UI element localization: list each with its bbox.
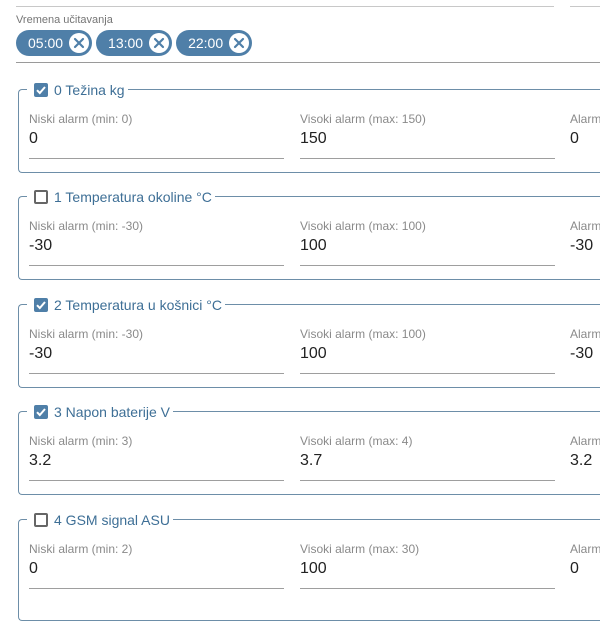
sensor-legend[interactable]: 3 Napon baterije V: [27, 402, 173, 422]
low-alarm-value[interactable]: -30: [29, 237, 284, 255]
sensor-group: 3 Napon baterije V Niski alarm (min: 3) …: [18, 402, 600, 495]
high-alarm-value[interactable]: 150: [300, 130, 555, 148]
third-alarm-field[interactable]: Alarm 3.2: [570, 434, 600, 470]
high-alarm-label: Visoki alarm (max: 100): [300, 327, 426, 341]
section-divider: [16, 62, 600, 63]
check-icon: [36, 86, 46, 95]
sensor-legend[interactable]: 0 Težina kg: [27, 80, 128, 100]
low-alarm-label: Niski alarm (min: -30): [29, 219, 144, 233]
third-alarm-label: Alarm: [570, 434, 600, 448]
sensor-title: 1 Temperatura okoline °C: [54, 189, 212, 205]
time-chip-label: 13:00: [108, 35, 144, 51]
high-alarm-field[interactable]: Visoki alarm (max: 150) 150: [300, 112, 555, 159]
third-alarm-value[interactable]: -30: [570, 345, 600, 363]
sensor-checkbox[interactable]: [34, 190, 48, 204]
sensor-title: 4 GSM signal ASU: [54, 512, 170, 528]
time-chip-label: 22:00: [188, 35, 224, 51]
remove-chip-icon[interactable]: [149, 33, 170, 53]
field-underline: [29, 373, 284, 374]
low-alarm-value[interactable]: -30: [29, 345, 284, 363]
field-underline: [29, 265, 284, 266]
sensor-group: 1 Temperatura okoline °C Niski alarm (mi…: [18, 187, 600, 280]
sensor-checkbox[interactable]: [34, 298, 48, 312]
low-alarm-field[interactable]: Niski alarm (min: -30) -30: [29, 219, 284, 266]
check-icon: [36, 408, 46, 417]
field-underline: [29, 480, 284, 481]
reading-times-chips: 05:00 13:00 22:00: [16, 30, 253, 56]
field-underline: [29, 158, 284, 159]
high-alarm-value[interactable]: 3.7: [300, 452, 555, 470]
high-alarm-value[interactable]: 100: [300, 345, 555, 363]
field-underline: [300, 158, 555, 159]
low-alarm-field[interactable]: Niski alarm (min: 3) 3.2: [29, 434, 284, 481]
time-chip[interactable]: 22:00: [176, 30, 253, 56]
low-alarm-label: Niski alarm (min: 2): [29, 542, 133, 556]
time-chip[interactable]: 05:00: [16, 30, 93, 56]
third-alarm-value[interactable]: 0: [570, 130, 600, 148]
third-alarm-label: Alarm: [570, 542, 600, 556]
sensor-group: 0 Težina kg Niski alarm (min: 0) 0 Visok…: [18, 80, 600, 173]
high-alarm-label: Visoki alarm (max: 30): [300, 542, 420, 556]
low-alarm-value[interactable]: 0: [29, 130, 284, 148]
low-alarm-field[interactable]: Niski alarm (min: 0) 0: [29, 112, 284, 159]
high-alarm-field[interactable]: Visoki alarm (max: 4) 3.7: [300, 434, 555, 481]
high-alarm-label: Visoki alarm (max: 100): [300, 219, 426, 233]
high-alarm-value[interactable]: 100: [300, 237, 555, 255]
previous-field-underline-right: [570, 6, 600, 7]
check-icon: [36, 301, 46, 310]
sensor-title: 0 Težina kg: [54, 82, 125, 98]
low-alarm-field[interactable]: Niski alarm (min: 2) 0: [29, 542, 284, 589]
low-alarm-label: Niski alarm (min: 3): [29, 434, 133, 448]
sensor-legend[interactable]: 1 Temperatura okoline °C: [27, 187, 215, 207]
third-alarm-label: Alarm: [570, 112, 600, 126]
field-underline: [300, 588, 555, 589]
low-alarm-field[interactable]: Niski alarm (min: -30) -30: [29, 327, 284, 374]
third-alarm-field[interactable]: Alarm -30: [570, 327, 600, 363]
sensor-legend[interactable]: 4 GSM signal ASU: [27, 510, 173, 530]
sensor-legend[interactable]: 2 Temperatura u košnici °C: [27, 295, 225, 315]
third-alarm-label: Alarm: [570, 327, 600, 341]
reading-times-label: Vremena učitavanja: [16, 14, 113, 26]
sensor-title: 3 Napon baterije V: [54, 404, 170, 420]
sensor-checkbox[interactable]: [34, 513, 48, 527]
sensor-title: 2 Temperatura u košnici °C: [54, 297, 222, 313]
previous-field-underline: [16, 6, 554, 7]
sensor-checkbox[interactable]: [34, 405, 48, 419]
low-alarm-label: Niski alarm (min: 0): [29, 112, 133, 126]
field-underline: [29, 588, 284, 589]
sensor-group: 2 Temperatura u košnici °C Niski alarm (…: [18, 295, 600, 388]
low-alarm-label: Niski alarm (min: -30): [29, 327, 144, 341]
high-alarm-field[interactable]: Visoki alarm (max: 100) 100: [300, 219, 555, 266]
time-chip-label: 05:00: [28, 35, 64, 51]
third-alarm-field[interactable]: Alarm -30: [570, 219, 600, 255]
high-alarm-label: Visoki alarm (max: 4): [300, 434, 413, 448]
third-alarm-field[interactable]: Alarm 0: [570, 542, 600, 578]
third-alarm-label: Alarm: [570, 219, 600, 233]
remove-chip-icon[interactable]: [69, 33, 90, 53]
high-alarm-value[interactable]: 100: [300, 560, 555, 578]
third-alarm-value[interactable]: 0: [570, 560, 600, 578]
field-underline: [300, 373, 555, 374]
field-underline: [300, 480, 555, 481]
field-underline: [300, 265, 555, 266]
low-alarm-value[interactable]: 0: [29, 560, 284, 578]
sensor-group: 4 GSM signal ASU Niski alarm (min: 2) 0 …: [18, 510, 600, 621]
high-alarm-field[interactable]: Visoki alarm (max: 100) 100: [300, 327, 555, 374]
sensor-checkbox[interactable]: [34, 83, 48, 97]
third-alarm-value[interactable]: -30: [570, 237, 600, 255]
third-alarm-field[interactable]: Alarm 0: [570, 112, 600, 148]
third-alarm-value[interactable]: 3.2: [570, 452, 600, 470]
low-alarm-value[interactable]: 3.2: [29, 452, 284, 470]
remove-chip-icon[interactable]: [229, 33, 250, 53]
time-chip[interactable]: 13:00: [96, 30, 173, 56]
high-alarm-field[interactable]: Visoki alarm (max: 30) 100: [300, 542, 555, 589]
high-alarm-label: Visoki alarm (max: 150): [300, 112, 426, 126]
